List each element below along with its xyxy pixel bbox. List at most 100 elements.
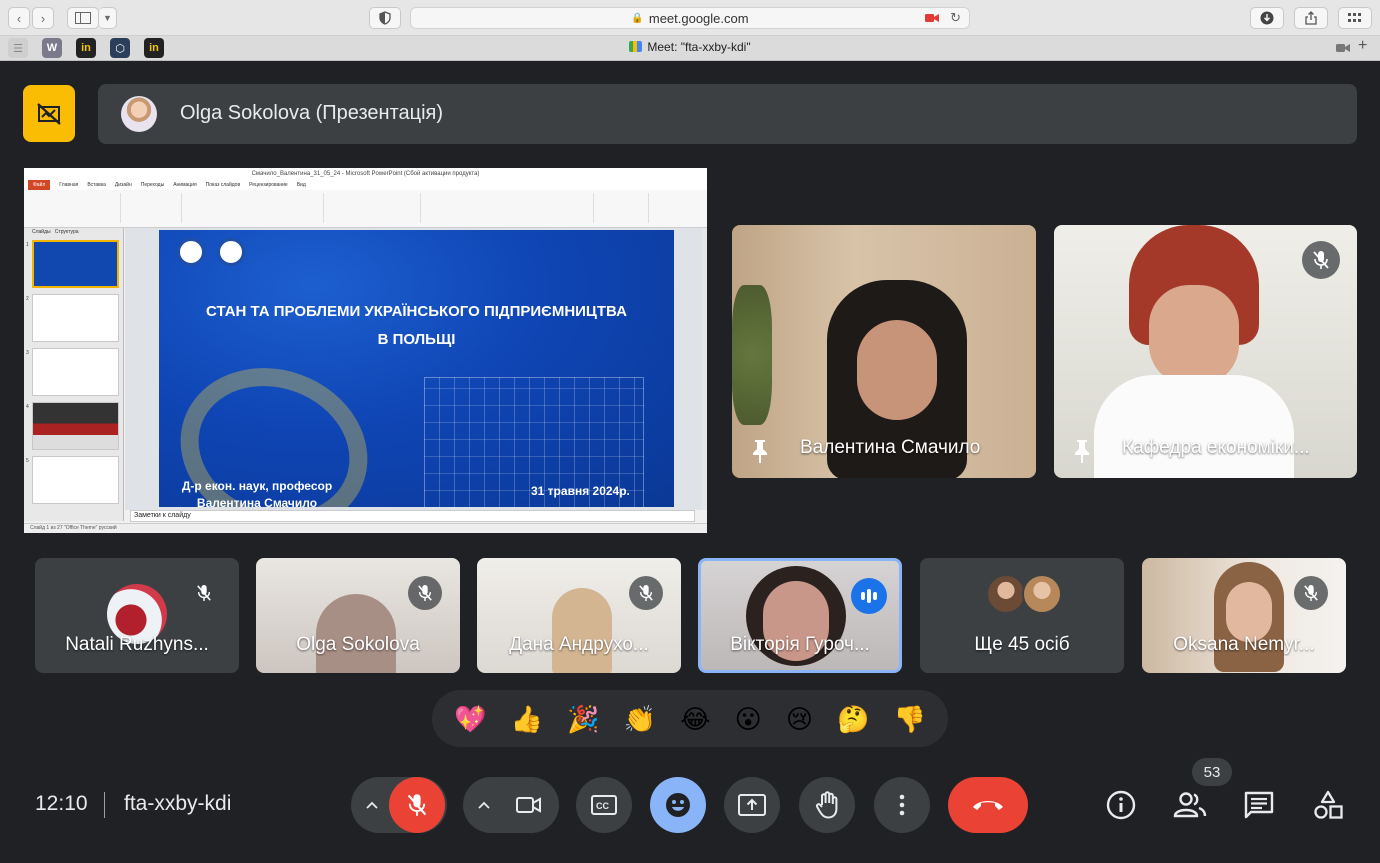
more-participants-label: Ще 45 осіб [974, 634, 1070, 655]
mic-off-icon [1313, 251, 1329, 269]
reactions-button[interactable] [650, 777, 706, 833]
strip-tile-1[interactable]: Natali Ruzhyns... [35, 558, 239, 673]
pp-tab-animation: Анимация [173, 182, 197, 188]
strip-tile-2[interactable]: Olga Sokolova [256, 558, 460, 673]
mic-off-icon [418, 585, 432, 601]
tab-camera-icon [1336, 40, 1350, 58]
pp-window-title: Смачило_Валентина_31_05_24 - Microsoft P… [24, 168, 707, 180]
mic-off-badge [408, 576, 442, 610]
chat-icon [1244, 791, 1274, 819]
captions-button[interactable]: CC [576, 777, 632, 833]
university-logo-1 [177, 238, 205, 266]
privacy-report-button[interactable] [369, 7, 401, 29]
reaction-tears-of-joy[interactable]: 😂 [680, 706, 710, 732]
reaction-surprised[interactable]: 😮 [735, 706, 762, 732]
forward-button[interactable]: › [32, 7, 54, 29]
present-screen-button[interactable] [724, 777, 780, 833]
pp-notes-field: Заметки к слайду [130, 510, 695, 522]
pp-tab-view: Вид [296, 182, 306, 188]
stop-presenting-badge[interactable] [23, 85, 75, 142]
slide-thumb-1 [32, 240, 119, 288]
closed-captions-icon: CC [591, 795, 617, 815]
pin-icon[interactable] [750, 438, 770, 464]
university-logo-2 [217, 238, 245, 266]
info-icon [1106, 790, 1136, 820]
pinned-tile-2[interactable]: Кафедра економіки... [1054, 225, 1357, 478]
leave-call-button[interactable] [948, 777, 1028, 833]
mic-off-badge [1294, 576, 1328, 610]
meeting-code: fta-xxby-kdi [124, 792, 232, 815]
pp-tab-slideshow: Показ слайдов [205, 182, 241, 188]
share-button[interactable] [1294, 7, 1328, 29]
thumb-num-4: 4 [26, 404, 29, 410]
camera-in-use-icon[interactable] [925, 12, 939, 26]
pp-tab-transitions: Переходы [140, 182, 165, 188]
grid-icon [1348, 13, 1361, 22]
mic-toggle-button[interactable] [389, 777, 445, 833]
slide-title: СТАН ТА ПРОБЛЕМИ УКРАЇНСЬКОГО ПІДПРИЄМНИ… [159, 298, 674, 354]
more-options-button[interactable] [874, 777, 930, 833]
strip-tile-more[interactable]: Ще 45 осіб [920, 558, 1124, 673]
reload-icon[interactable]: ↻ [950, 10, 961, 26]
lock-icon: 🔒 [631, 12, 644, 24]
participant-name: Oksana Nemyr... [1173, 634, 1315, 655]
speaking-bar [861, 592, 865, 600]
participant-name: Olga Sokolova [296, 634, 420, 655]
participants-button[interactable] [1170, 785, 1210, 825]
reaction-crying[interactable]: 😢 [786, 706, 813, 732]
more-vert-icon [899, 794, 905, 816]
reaction-thinking[interactable]: 🤔 [837, 706, 869, 732]
reaction-thumbs-down[interactable]: 👎 [894, 706, 926, 732]
pp-tab-review: Рецензирование [249, 182, 288, 188]
mic-off-icon [407, 794, 427, 816]
more-avatar-1 [986, 574, 1026, 614]
mic-off-badge [629, 576, 663, 610]
pp-ribbon-tabs: Файл Главная Вставка Дизайн Переходы Ани… [24, 180, 707, 190]
pp-slides-panel: Слайды Структура 1 2 3 4 5 [24, 228, 124, 521]
reaction-clapping[interactable]: 👏 [624, 706, 656, 732]
present-to-all-icon [738, 794, 766, 816]
svg-text:CC: CC [596, 801, 609, 811]
reaction-sparkling-heart[interactable]: 💖 [454, 706, 486, 732]
participant-name: Вікторія Гуроч... [730, 634, 870, 655]
presentation-off-icon [37, 102, 61, 125]
participant-face [1226, 582, 1272, 642]
pin-icon[interactable] [1072, 438, 1092, 464]
sidebar-toggle-button[interactable] [67, 7, 99, 29]
participant-face [1149, 285, 1239, 385]
raise-hand-button[interactable] [799, 777, 855, 833]
pp-panel-tab-slides: Слайды [32, 229, 51, 235]
pp-slide-canvas: СТАН ТА ПРОБЛЕМИ УКРАЇНСЬКОГО ПІДПРИЄМНИ… [125, 228, 702, 510]
pp-group-paragraph [326, 193, 421, 223]
mic-off-icon [1304, 585, 1318, 601]
chat-button[interactable] [1239, 785, 1279, 825]
sidebar-menu-button[interactable]: ▼ [99, 7, 117, 29]
downloads-button[interactable] [1250, 7, 1284, 29]
strip-tile-3[interactable]: Дана Андрухо... [477, 558, 681, 673]
shared-screen: Смачило_Валентина_31_05_24 - Microsoft P… [24, 168, 707, 533]
video-options-button[interactable] [472, 793, 496, 817]
new-tab-button[interactable]: + [1358, 37, 1367, 55]
browser-toolbar: ‹ › ▼ 🔒 meet.google.com ↻ [0, 0, 1380, 36]
participant-name: Natali Ruzhyns... [65, 634, 209, 655]
audio-options-button[interactable] [360, 793, 384, 817]
participant-shirt [1094, 375, 1294, 478]
activities-button[interactable] [1308, 785, 1348, 825]
camera-toggle-button[interactable] [501, 777, 557, 833]
strip-tile-4-speaking[interactable]: Вікторія Гуроч... [698, 558, 902, 673]
back-button[interactable]: ‹ [8, 7, 30, 29]
meeting-details-button[interactable] [1101, 785, 1141, 825]
thumb-num-5: 5 [26, 458, 29, 464]
reaction-thumbs-up[interactable]: 👍 [511, 706, 543, 732]
strip-tile-6[interactable]: Oksana Nemyr... [1142, 558, 1346, 673]
address-bar[interactable]: 🔒 meet.google.com ↻ [410, 7, 970, 29]
presenter-bar: Olga Sokolova (Презентація) [98, 84, 1357, 144]
tab-overview-button[interactable] [1338, 7, 1372, 29]
pp-tab-file: Файл [28, 180, 51, 190]
pinned-tile-1[interactable]: Валентина Смачило [732, 225, 1036, 478]
reaction-party-popper[interactable]: 🎉 [567, 706, 599, 732]
slide-title-line2: В ПОЛЬЩІ [377, 331, 456, 348]
call-end-icon [973, 801, 1003, 810]
active-tab[interactable]: Meet: "fta-xxby-kdi" [0, 40, 1380, 54]
pp-scrollbar [702, 228, 707, 510]
